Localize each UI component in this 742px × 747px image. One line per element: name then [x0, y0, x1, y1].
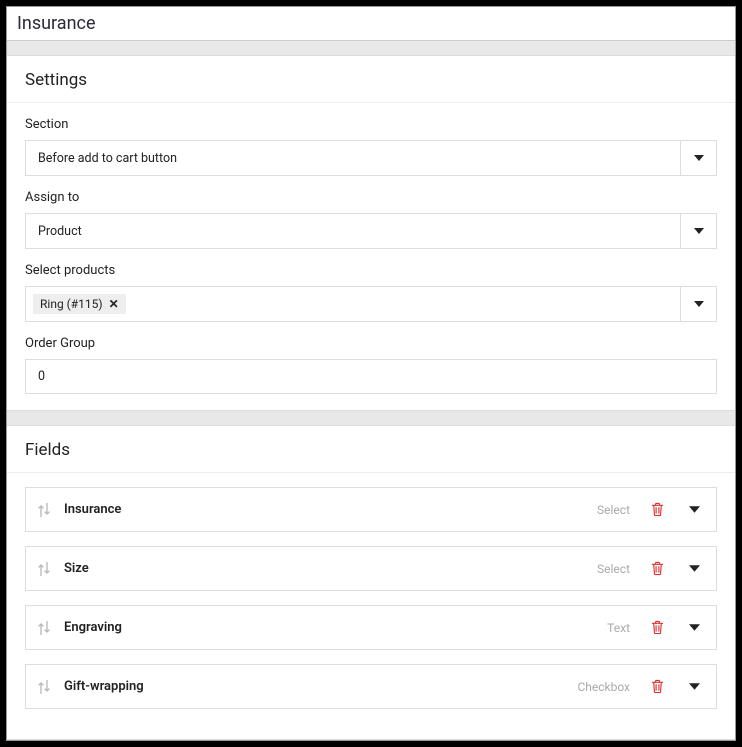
section-label: Section [25, 117, 717, 132]
field-type-label: Checkbox [577, 680, 630, 694]
field-name: Engraving [64, 620, 593, 635]
caret-down-icon[interactable] [680, 141, 716, 175]
settings-header: Settings [7, 56, 735, 103]
page-title: Insurance [7, 7, 735, 41]
order-input[interactable] [25, 359, 717, 394]
field-name: Insurance [64, 502, 583, 517]
section-group: Section Before add to cart button [7, 103, 735, 176]
field-name: Gift-wrapping [64, 679, 563, 694]
fields-panel: Fields Insurance Select Size Select Engravin… [7, 425, 735, 740]
section-select[interactable]: Before add to cart button [25, 140, 717, 176]
assign-select[interactable]: Product [25, 213, 717, 249]
drag-handle-icon[interactable] [38, 680, 50, 694]
field-row: Insurance Select [25, 487, 717, 532]
section-select-value: Before add to cart button [26, 141, 680, 175]
caret-down-icon[interactable] [680, 287, 716, 321]
drag-handle-icon[interactable] [38, 503, 50, 517]
field-row: Engraving Text [25, 605, 717, 650]
order-label: Order Group [25, 336, 717, 351]
products-chip-area: Ring (#115) ✕ [26, 287, 680, 321]
product-chip: Ring (#115) ✕ [33, 294, 126, 314]
drag-handle-icon[interactable] [38, 621, 50, 635]
chevron-down-icon[interactable] [683, 624, 704, 631]
products-select[interactable]: Ring (#115) ✕ [25, 286, 717, 322]
chevron-down-icon[interactable] [683, 683, 704, 690]
trash-icon[interactable] [646, 620, 669, 635]
field-row: Gift-wrapping Checkbox [25, 664, 717, 709]
close-icon[interactable]: ✕ [109, 298, 119, 310]
app-frame: Insurance Settings Section Before add to… [6, 6, 736, 741]
caret-down-icon[interactable] [680, 214, 716, 248]
field-type-label: Select [597, 503, 630, 517]
field-type-label: Text [607, 621, 630, 635]
trash-icon[interactable] [646, 561, 669, 576]
order-group: Order Group [7, 322, 735, 394]
assign-label: Assign to [25, 190, 717, 205]
field-type-label: Select [597, 562, 630, 576]
trash-icon[interactable] [646, 502, 669, 517]
trash-icon[interactable] [646, 679, 669, 694]
settings-panel: Settings Section Before add to cart butt… [7, 55, 735, 411]
chevron-down-icon[interactable] [683, 506, 704, 513]
chevron-down-icon[interactable] [683, 565, 704, 572]
assign-group: Assign to Product [7, 176, 735, 249]
assign-select-value: Product [26, 214, 680, 248]
drag-handle-icon[interactable] [38, 562, 50, 576]
field-list: Insurance Select Size Select Engraving Text Gi… [7, 473, 735, 709]
fields-header: Fields [7, 426, 735, 473]
field-row: Size Select [25, 546, 717, 591]
products-group: Select products Ring (#115) ✕ [7, 249, 735, 322]
product-chip-label: Ring (#115) [40, 297, 103, 311]
field-name: Size [64, 561, 583, 576]
products-label: Select products [25, 263, 717, 278]
